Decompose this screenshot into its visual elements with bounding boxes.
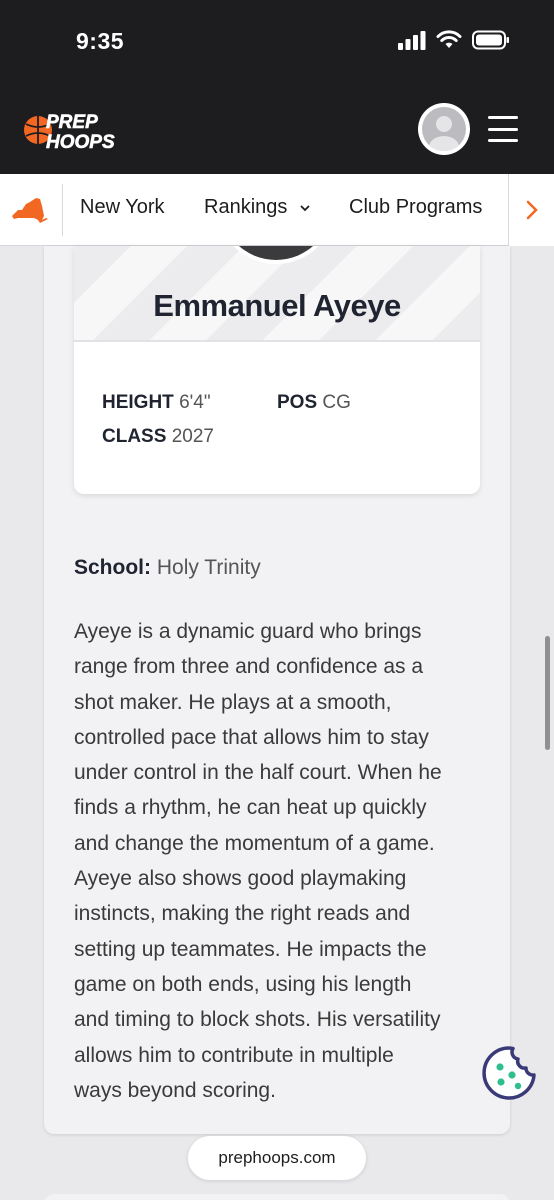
bio-line: ways beyond scoring. [74, 1078, 276, 1102]
school-value: Holy Trinity [156, 556, 261, 579]
stat-height-value: 6'4" [179, 392, 211, 413]
stat-height: HEIGHT 6'4" [102, 392, 211, 414]
chevron-down-icon [300, 205, 310, 211]
state-nav: New York Rankings Club Programs [0, 174, 554, 246]
player-card: Emmanuel Ayeye HEIGHT 6'4" POS CG CLASS … [74, 246, 480, 494]
bio-line: setting up teammates. He impacts the [74, 937, 427, 961]
bio-line: finds a rhythm, he can heat up quickly [74, 796, 427, 820]
hamburger-menu-icon[interactable] [488, 116, 518, 142]
cookie-icon[interactable] [480, 1044, 538, 1102]
bio-line: shot maker. He plays at a smooth, [74, 690, 392, 714]
stat-pos-label: POS [277, 392, 318, 413]
stat-class-label: CLASS [102, 426, 167, 447]
wifi-icon [436, 30, 462, 48]
bio-line: under control in the half court. When he [74, 761, 442, 785]
status-bar: 9:35 [0, 0, 554, 88]
nav-item-new-york[interactable]: New York [80, 196, 165, 219]
player-banner: Emmanuel Ayeye [74, 246, 480, 342]
stat-height-label: HEIGHT [102, 392, 174, 413]
player-photo [216, 246, 336, 264]
bio-line: and change the momentum of a game. [74, 831, 435, 855]
bio-line: allows him to contribute in multiple [74, 1043, 394, 1067]
new-york-state-icon[interactable] [10, 196, 50, 224]
nav-item-rankings[interactable]: Rankings [204, 196, 311, 219]
stat-pos-value: CG [322, 392, 351, 413]
nav-item-club-programs[interactable]: Club Programs [349, 196, 482, 219]
prephoops-logo[interactable]: PREP HOOPS [22, 104, 134, 156]
next-section-card [44, 1194, 510, 1200]
player-bio: Ayeye is a dynamic guard who brings rang… [74, 614, 486, 1108]
chevron-right-icon [526, 200, 538, 220]
svg-text:PREP: PREP [46, 112, 98, 133]
battery-icon [472, 30, 509, 50]
user-avatar-icon[interactable] [418, 103, 470, 155]
svg-text:HOOPS: HOOPS [46, 132, 115, 153]
school-label: School: [74, 556, 151, 579]
bio-line: game on both ends, using his length [74, 972, 412, 996]
player-name: Emmanuel Ayeye [153, 288, 401, 323]
bio-line: Ayeye is a dynamic guard who brings [74, 620, 422, 643]
browser-url-pill[interactable]: prephoops.com [188, 1136, 366, 1180]
status-icons [398, 30, 510, 50]
bio-line: range from three and confidence as a [74, 655, 424, 679]
site-header: PREP HOOPS [0, 88, 554, 174]
stat-pos: POS CG [277, 392, 351, 414]
nav-item-rankings-label: Rankings [204, 196, 288, 218]
school-line: School: Holy Trinity [74, 556, 261, 580]
stat-class: CLASS 2027 [102, 426, 214, 448]
bio-line: instincts, making the right reads and [74, 902, 411, 926]
nav-divider [62, 184, 63, 236]
bio-line: Ayeye also shows good playmaking [74, 867, 407, 891]
page-scrollbar[interactable] [545, 636, 550, 750]
status-time: 9:35 [76, 28, 125, 54]
bio-line: controlled pace that allows him to stay [74, 725, 429, 749]
stat-class-value: 2027 [171, 426, 214, 447]
signal-icon [398, 31, 426, 50]
nav-scroll-right-button[interactable] [508, 174, 554, 246]
bio-line: and timing to block shots. His versatili… [74, 1008, 441, 1032]
